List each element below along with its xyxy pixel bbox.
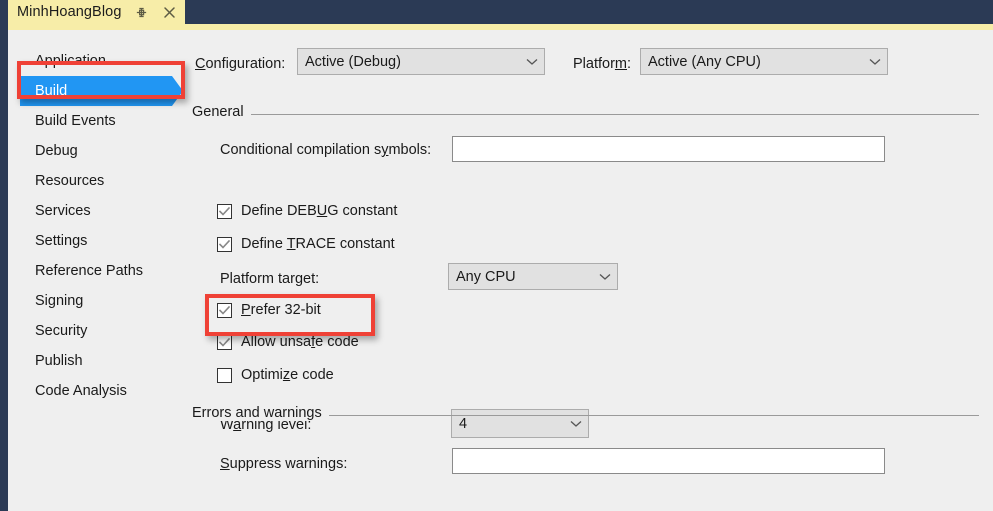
sidebar-item-label: Resources — [35, 173, 105, 189]
general-group-rule — [240, 114, 979, 115]
sidebar-item-resources[interactable]: Resources — [8, 166, 186, 196]
sidebar-item-label: Application — [35, 53, 106, 69]
chevron-down-icon — [863, 58, 887, 66]
category-sidebar: Application Build Build Events Debug Res… — [8, 32, 186, 511]
define-debug-label: Define DEBUG constant — [241, 203, 398, 219]
project-properties-window: MinhHoangBlog Application Build Build Ev… — [0, 0, 993, 511]
sidebar-item-label: Code Analysis — [35, 383, 127, 399]
platform-value: Active (Any CPU) — [648, 53, 761, 70]
prefer-32bit-checkbox-row[interactable]: Prefer 32-bit — [217, 302, 321, 318]
chevron-down-icon — [564, 420, 588, 428]
optimize-code-checkbox-row[interactable]: Optimize code — [217, 367, 334, 383]
warning-level-dropdown[interactable]: 4 — [451, 409, 589, 438]
sidebar-item-security[interactable]: Security — [8, 316, 186, 346]
sidebar-item-signing[interactable]: Signing — [8, 286, 186, 316]
sidebar-item-label: Publish — [35, 353, 83, 369]
allow-unsafe-label: Allow unsafe code — [241, 334, 359, 350]
sidebar-item-settings[interactable]: Settings — [8, 226, 186, 256]
sidebar-item-label: Settings — [35, 233, 88, 249]
sidebar-item-label: Debug — [35, 143, 78, 159]
errors-warnings-group-title: Errors and warnings — [192, 405, 329, 421]
document-tab[interactable]: MinhHoangBlog — [8, 0, 186, 24]
define-debug-checkbox-row[interactable]: Define DEBUG constant — [217, 203, 397, 219]
platform-target-label: Platform target: — [220, 271, 320, 287]
sidebar-item-build[interactable]: Build — [8, 76, 186, 106]
platform-label: Platform: — [573, 56, 632, 72]
warning-level-value: 4 — [459, 415, 468, 432]
configuration-value: Active (Debug) — [305, 53, 401, 70]
sidebar-item-publish[interactable]: Publish — [8, 346, 186, 376]
checkbox-checked-icon[interactable] — [217, 334, 232, 350]
checkbox-checked-icon[interactable] — [217, 203, 232, 219]
chevron-down-icon — [593, 273, 617, 281]
left-rail — [0, 0, 8, 511]
chevron-down-icon — [520, 58, 544, 66]
prefer-32bit-label: Prefer 32-bit — [241, 302, 321, 318]
sidebar-item-reference-paths[interactable]: Reference Paths — [8, 256, 186, 286]
build-settings-pane: Configuration: Active (Debug) Platform: … — [186, 30, 993, 511]
sidebar-item-label: Reference Paths — [35, 263, 144, 279]
pin-icon[interactable] — [134, 5, 149, 20]
sidebar-item-debug[interactable]: Debug — [8, 136, 186, 166]
checkbox-checked-icon[interactable] — [217, 236, 232, 252]
define-trace-label: Define TRACE constant — [241, 236, 395, 252]
sidebar-item-label: Security — [35, 323, 88, 339]
conditional-symbols-label: Conditional compilation symbols: — [220, 142, 432, 158]
sidebar-item-application[interactable]: Application — [8, 46, 186, 76]
configuration-dropdown[interactable]: Active (Debug) — [297, 48, 545, 75]
platform-target-value: Any CPU — [456, 268, 516, 285]
suppress-warnings-label: Suppress warnings: — [220, 456, 348, 472]
checkbox-unchecked-icon[interactable] — [217, 367, 232, 383]
close-icon[interactable] — [162, 5, 177, 20]
sidebar-item-label: Services — [35, 203, 91, 219]
platform-target-dropdown[interactable]: Any CPU — [448, 263, 618, 290]
sidebar-selection-arrow-icon — [172, 76, 183, 106]
document-tab-label: MinhHoangBlog — [17, 4, 122, 20]
conditional-symbols-input[interactable] — [452, 136, 885, 162]
general-group-title: General — [192, 104, 251, 120]
checkbox-checked-icon[interactable] — [217, 302, 232, 318]
define-trace-checkbox-row[interactable]: Define TRACE constant — [217, 236, 395, 252]
optimize-code-label: Optimize code — [241, 367, 334, 383]
sidebar-item-label: Build Events — [35, 113, 116, 129]
platform-dropdown[interactable]: Active (Any CPU) — [640, 48, 888, 75]
sidebar-item-label: Build — [35, 83, 68, 99]
suppress-warnings-input[interactable] — [452, 448, 885, 474]
sidebar-item-build-events[interactable]: Build Events — [8, 106, 186, 136]
sidebar-item-code-analysis[interactable]: Code Analysis — [8, 376, 186, 406]
allow-unsafe-checkbox-row[interactable]: Allow unsafe code — [217, 334, 359, 350]
configuration-label: Configuration: — [195, 56, 286, 72]
sidebar-item-services[interactable]: Services — [8, 196, 186, 226]
sidebar-item-label: Signing — [35, 293, 84, 309]
errors-warnings-group-rule — [326, 415, 979, 416]
